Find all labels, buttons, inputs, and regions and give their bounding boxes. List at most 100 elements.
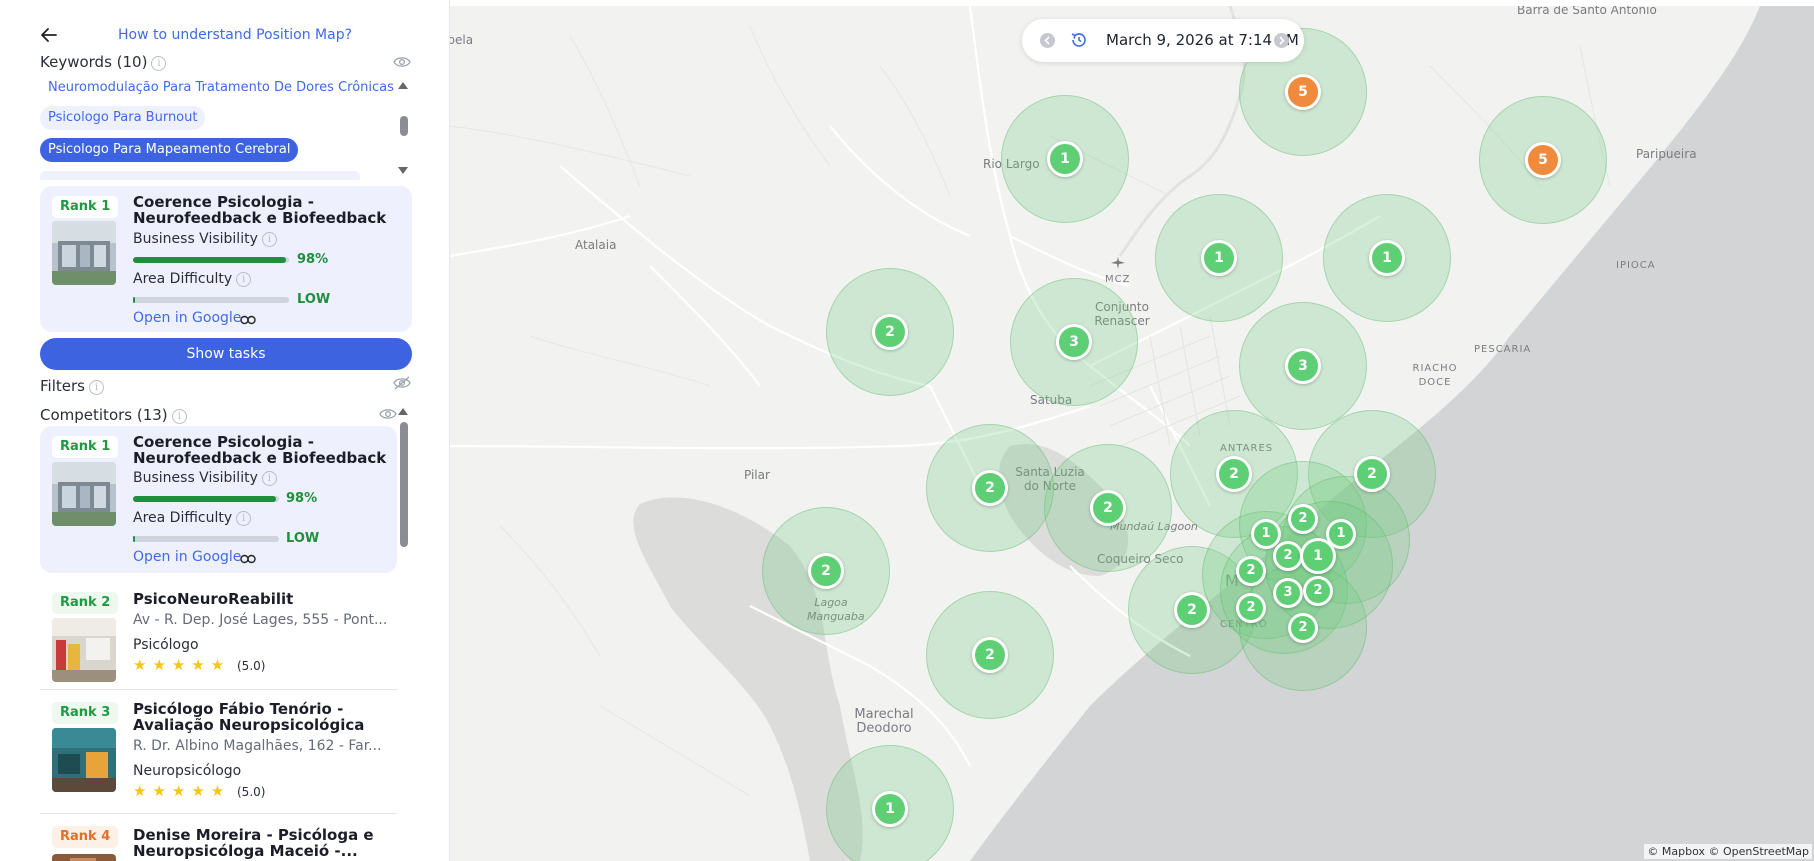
cluster-pin[interactable]: 2 [872,314,908,350]
place-label: RIACHO DOCE [1410,362,1460,390]
rank-badge: Rank 3 [52,702,119,724]
back-arrow-icon[interactable] [38,24,60,46]
info-icon[interactable]: i [236,511,252,526]
keyword-chip[interactable]: Neuromodulação Para Tratamento De Dores … [40,76,395,100]
place-label: Atalaia [575,238,616,252]
keywords-list: Neuromodulação Para Tratamento De Dores … [40,76,395,180]
cluster-pin[interactable]: 3 [1273,578,1303,608]
competitor-card[interactable]: Rank 1 Coerence Psicologia - Neurofeedba… [40,426,397,573]
cluster-pin[interactable]: 1 [1369,240,1405,276]
competitors-scroll-up[interactable] [398,408,408,415]
competitors-scrollbar[interactable] [400,422,408,547]
visibility-label-text: Business Visibility [133,470,258,486]
place-label: apela [450,33,473,47]
cluster-pin[interactable]: 1 [872,791,908,827]
cluster-pin[interactable]: 2 [1236,556,1266,586]
eye-off-icon[interactable] [393,376,411,390]
cluster-pin[interactable]: 3 [1285,348,1321,384]
keywords-scroll-up[interactable] [398,82,408,89]
difficulty-label-text: Area Difficulty [133,510,233,526]
link-icon[interactable] [240,315,256,325]
cluster-pin[interactable]: 3 [1056,324,1092,360]
cluster-pin[interactable]: 2 [1354,456,1390,492]
difficulty-bar [133,536,279,542]
info-icon[interactable]: i [151,56,167,71]
position-map[interactable]: Barra de Santo Antônio apela Rio Largo A… [450,6,1814,861]
place-name: MCZ [1105,274,1131,285]
cluster-pin[interactable]: 2 [808,553,844,589]
rating-value: (5.0) [237,659,266,673]
visibility-bar [133,257,289,263]
link-icon[interactable] [240,554,256,564]
visibility-bar-fill [133,496,277,502]
business-name: Denise Moreira - Psicóloga e Neuropsicól… [133,826,374,860]
info-icon[interactable]: i [171,409,187,424]
keyword-chip-selected[interactable]: Psicologo Para Mapeamento Cerebral [40,138,299,162]
competitor-list-item[interactable]: Rank 3 Psicólogo Fábio Tenório - Avaliaç… [40,690,397,814]
cluster-pin[interactable]: 2 [1288,504,1318,534]
business-name: Coerence Psicologia - Neurofeedback e Bi… [133,193,387,227]
show-tasks-button[interactable]: Show tasks [40,338,412,370]
info-icon[interactable]: i [88,380,104,395]
info-icon[interactable]: i [261,232,277,247]
map-attribution[interactable]: © Mapbox © OpenStreetMap [1644,844,1812,859]
rank-badge: Rank 4 [52,826,119,848]
competitor-list-item[interactable]: Rank 2 PsicoNeuroReabilit Av - R. Dep. J… [40,580,397,690]
open-in-google-link[interactable]: Open in Google [133,549,241,565]
previous-time-button[interactable] [1040,33,1055,48]
cluster-pin[interactable]: 2 [1216,456,1252,492]
competitor-list-item[interactable]: Rank 4 Denise Moreira - Psicóloga e Neur… [40,814,397,861]
place-name: RIACHO DOCE [1412,363,1458,388]
help-link[interactable]: How to understand Position Map? [118,27,352,43]
cluster-pin[interactable]: 2 [1090,490,1126,526]
history-clock-icon[interactable] [1070,31,1088,49]
keywords-scroll-down[interactable] [398,167,408,174]
visibility-label: Business Visibility i [133,470,277,486]
cluster-pin[interactable]: 2 [1303,576,1333,606]
rank-badge: Rank 2 [52,592,119,614]
next-time-button[interactable] [1274,33,1289,48]
visibility-label-text: Business Visibility [133,231,258,247]
competitors-title: Competitors (13) [40,406,168,424]
cluster-pin[interactable]: 2 [1236,593,1266,623]
business-address: R. Dr. Albino Magalhães, 162 - Far... [133,738,382,754]
place-label: PESCARIA [1474,343,1531,357]
visibility-bar-fill [133,257,286,263]
info-icon[interactable]: i [261,471,277,486]
cluster-pin[interactable]: 2 [1288,613,1318,643]
visibility-label: Business Visibility i [133,231,277,247]
eye-icon[interactable] [393,55,411,69]
keywords-header: Keywords (10) i [40,53,167,71]
airport-icon [1111,257,1125,269]
business-photo [52,728,116,792]
cluster-pin[interactable]: 2 [972,637,1008,673]
info-icon[interactable]: i [236,272,252,287]
selected-business-card[interactable]: Rank 1 Coerence Psicologia - Neurofeedba… [40,186,412,332]
difficulty-bar-fill [133,297,136,303]
cluster-pin[interactable]: 1 [1047,141,1083,177]
cluster-pin[interactable]: 1 [1300,538,1336,574]
difficulty-label: Area Difficulty i [133,271,252,287]
place-name: Paripueira [1636,147,1697,161]
eye-icon[interactable] [379,407,397,421]
place-label: IPIOCA [1616,259,1656,273]
keyword-chip-partial[interactable] [40,171,360,180]
keywords-title: Keywords (10) [40,53,148,71]
cluster-pin[interactable]: 5 [1525,142,1561,178]
cluster-pin[interactable]: 1 [1201,240,1237,276]
map-base [450,6,1814,861]
current-datetime: March 9, 2026 at 7:14 PM [1106,31,1299,49]
place-name: IPIOCA [1616,260,1656,271]
keyword-chip[interactable]: Psicologo Para Burnout [40,106,206,130]
difficulty-bar [133,297,289,303]
cluster-pin[interactable]: 2 [1174,592,1210,628]
cluster-pin[interactable]: 2 [1273,541,1303,571]
place-label: Barra de Santo Antônio [1517,6,1657,17]
cluster-pin[interactable]: 2 [972,470,1008,506]
filters-header: Filters i [40,377,104,395]
keywords-scrollbar[interactable] [400,116,408,136]
cluster-pin[interactable]: 5 [1285,74,1321,110]
rating-stars: ★★★★★ [133,656,231,674]
open-in-google-link[interactable]: Open in Google [133,310,241,326]
business-photo [52,462,116,526]
